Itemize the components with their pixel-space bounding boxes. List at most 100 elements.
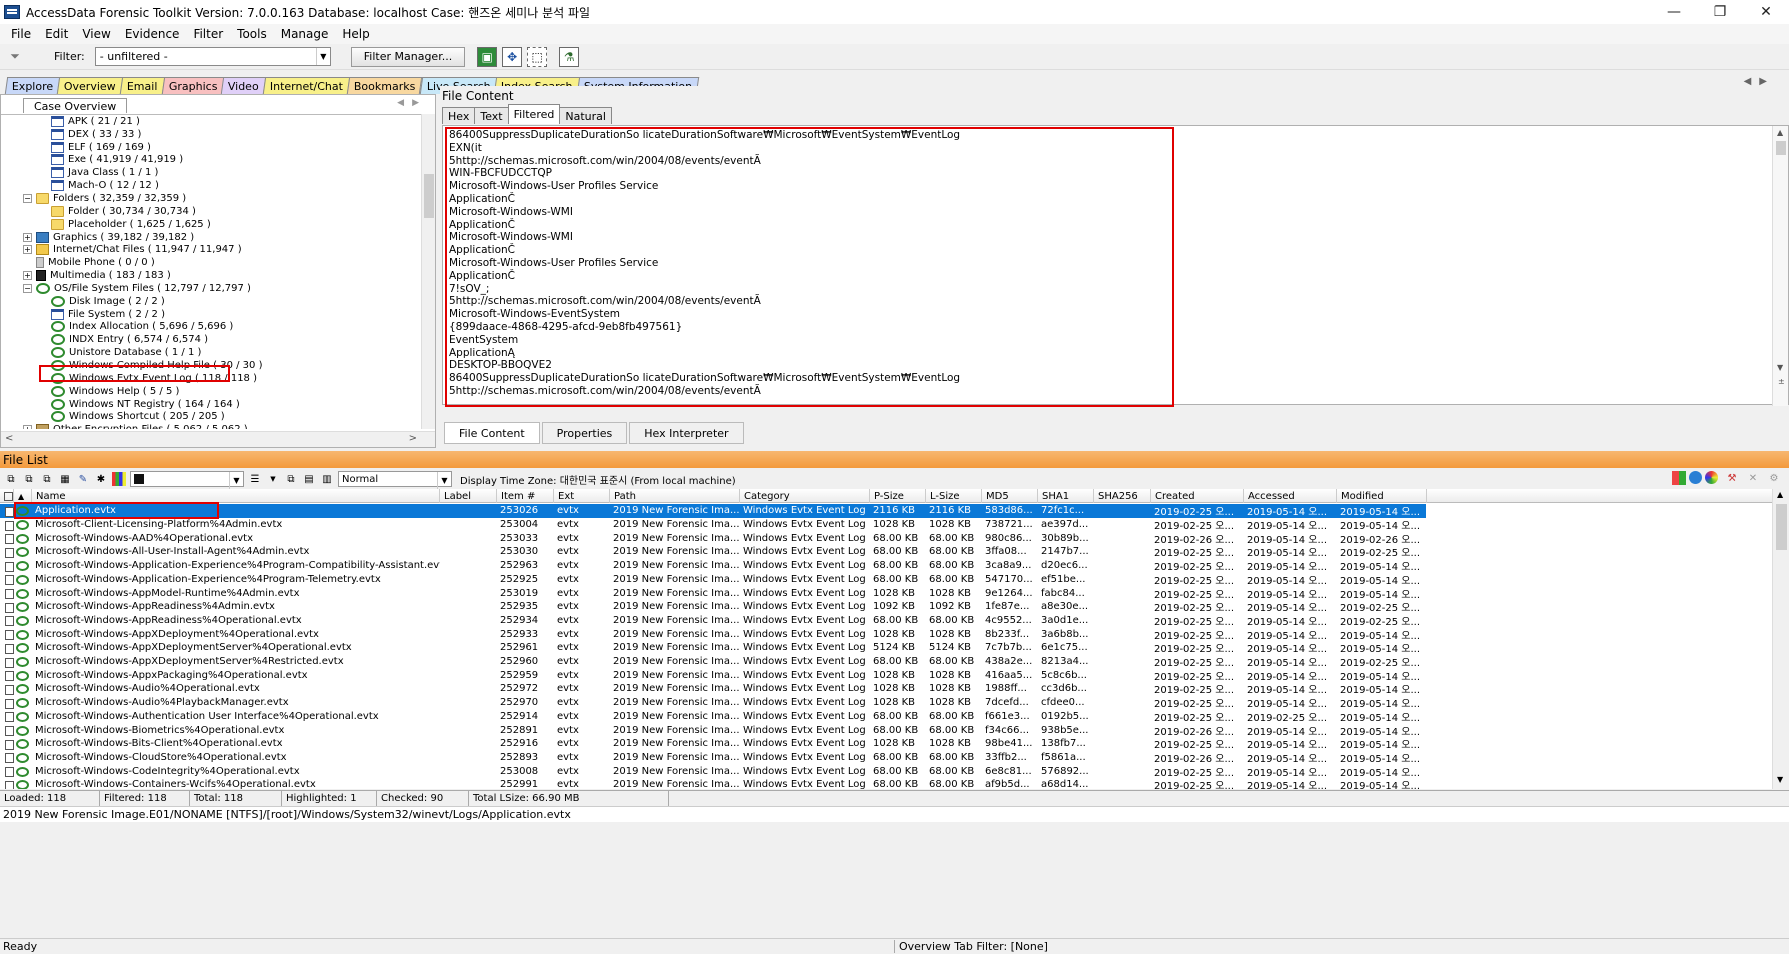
table-row[interactable]: Microsoft-Windows-Authentication User In… (0, 710, 1426, 723)
column-header-item-[interactable]: Item # (497, 489, 554, 503)
tools-icon[interactable]: ⚗ (559, 46, 580, 67)
tree-node[interactable]: Mobile Phone ( 0 / 0 ) (23, 256, 155, 269)
tree-node[interactable]: ELF ( 169 / 169 ) (51, 141, 151, 154)
content-vertical-scrollbar[interactable]: ▲ ▼ ± (1772, 126, 1788, 406)
color-wheel-icon[interactable] (1705, 471, 1718, 484)
columns-icon[interactable]: ☰ (248, 472, 262, 486)
tag-icon[interactable]: ✱ (94, 472, 108, 486)
grid-icon[interactable]: ▦ (58, 472, 72, 486)
table-row[interactable]: Microsoft-Windows-All-User-Install-Agent… (0, 545, 1426, 559)
column-header-l-size[interactable]: L-Size (926, 489, 982, 503)
tree-node[interactable]: INDX Entry ( 6,574 / 6,574 ) (51, 333, 208, 346)
table-row[interactable]: Microsoft-Windows-AppXDeploymentServer%4… (0, 641, 1426, 655)
menu-file[interactable]: File (4, 27, 38, 41)
table-row[interactable]: Microsoft-Windows-Containers-Wcifs%4Oper… (0, 778, 1426, 789)
row-checkbox[interactable] (0, 682, 14, 696)
copy-icon[interactable]: ⧉ (4, 472, 18, 486)
select-all-checkbox[interactable] (0, 489, 14, 503)
table-row[interactable]: Microsoft-Windows-AppXDeployment%4Operat… (0, 627, 1426, 641)
tree-node[interactable]: Windows Help ( 5 / 5 ) (51, 385, 179, 398)
tree-node[interactable]: Unistore Database ( 1 / 1 ) (51, 346, 201, 359)
tab-hex[interactable]: Hex (442, 107, 476, 124)
table-icon[interactable]: ▤ (302, 472, 316, 486)
table-row[interactable]: Microsoft-Windows-Application-Experience… (0, 559, 1426, 573)
tree-node[interactable]: Exe ( 41,919 / 41,919 ) (51, 154, 183, 167)
expand-icon[interactable]: + (23, 271, 32, 281)
tab-hex-interpreter[interactable]: Hex Interpreter (629, 422, 744, 444)
column-header-md5[interactable]: MD5 (982, 489, 1038, 503)
tree-vertical-scrollbar[interactable] (421, 114, 435, 429)
chevron-down-icon[interactable]: ▼ (266, 472, 280, 486)
view-mode-select[interactable]: Normal ▼ (338, 471, 452, 489)
tab-bookmarks[interactable]: Bookmarks (346, 77, 423, 94)
tree-nav-arrows[interactable]: ◀▶ (397, 98, 427, 108)
maximize-button[interactable]: ❐ (1697, 0, 1743, 24)
table-row[interactable]: Microsoft-Windows-Audio%4PlaybackManager… (0, 696, 1426, 710)
tree-node[interactable]: Windows Shortcut ( 205 / 205 ) (51, 411, 225, 424)
tree-horizontal-scrollbar[interactable]: < > (1, 431, 435, 447)
menu-evidence[interactable]: Evidence (118, 27, 187, 41)
tree-node[interactable]: + Other Encryption Files ( 5,062 / 5,062 … (23, 423, 248, 429)
column-header-p-size[interactable]: P-Size (870, 489, 926, 503)
tree-node[interactable]: + Graphics ( 39,182 / 39,182 ) (23, 231, 194, 244)
collapse-icon[interactable]: − (23, 193, 32, 203)
move-icon[interactable]: ✥ (502, 46, 523, 67)
row-checkbox[interactable] (0, 641, 14, 655)
menu-help[interactable]: Help (335, 27, 376, 41)
duplicate-icon[interactable]: ⧉ (40, 472, 54, 486)
row-checkbox[interactable] (0, 518, 14, 532)
grid-vertical-scrollbar[interactable]: ▲ ▼ (1772, 489, 1789, 789)
expand-icon[interactable]: + (23, 232, 32, 242)
column-header-path[interactable]: Path (610, 489, 740, 503)
row-checkbox[interactable] (0, 737, 14, 751)
row-checkbox[interactable] (0, 627, 14, 641)
menu-view[interactable]: View (75, 27, 117, 41)
table-row[interactable]: Microsoft-Windows-AppReadiness%4Operatio… (0, 614, 1426, 628)
label-color-select[interactable]: ▼ (130, 471, 244, 489)
tab-filtered[interactable]: Filtered (507, 104, 561, 124)
file-content-viewer[interactable]: 86400SuppressDuplicateDurationSo licateD… (442, 125, 1789, 407)
table-row[interactable]: Microsoft-Windows-Biometrics%4Operationa… (0, 723, 1426, 737)
tree-node[interactable]: Index Allocation ( 5,696 / 5,696 ) (51, 321, 233, 334)
column-header-sha256[interactable]: SHA256 (1094, 489, 1151, 503)
table-row[interactable]: Microsoft-Windows-Audio%4Operational.evt… (0, 682, 1426, 696)
column-header-accessed[interactable]: Accessed (1244, 489, 1337, 503)
tools-icon[interactable]: ⚒ (1725, 471, 1739, 485)
row-checkbox[interactable] (0, 696, 14, 710)
tree-node[interactable]: Placeholder ( 1,625 / 1,625 ) (51, 218, 211, 231)
row-checkbox[interactable] (0, 573, 14, 587)
table-row[interactable]: Microsoft-Windows-AppModel-Runtime%4Admi… (0, 586, 1426, 600)
column-header-name[interactable]: Name (32, 489, 440, 503)
tab-video[interactable]: Video (220, 77, 267, 94)
expand-icon[interactable]: + (23, 425, 32, 429)
sort-icon[interactable]: ▲ (14, 489, 32, 503)
row-checkbox[interactable] (0, 559, 14, 573)
tree-node[interactable]: Folder ( 30,734 / 30,734 ) (51, 205, 196, 218)
tab-explore[interactable]: Explore (4, 77, 61, 94)
tab-text[interactable]: Text (474, 107, 509, 124)
tab-email[interactable]: Email (119, 77, 165, 94)
row-checkbox[interactable] (0, 586, 14, 600)
filter-manager-button[interactable]: Filter Manager... (350, 46, 466, 67)
expand-icon[interactable]: + (23, 245, 32, 255)
tree-node[interactable]: Java Class ( 1 / 1 ) (51, 166, 158, 179)
menu-edit[interactable]: Edit (38, 27, 75, 41)
filter-funnel-icon[interactable]: ⏷ (6, 48, 24, 66)
column-header-category[interactable]: Category (740, 489, 870, 503)
copy-icon[interactable]: ⧉ (284, 472, 298, 486)
close-icon[interactable]: ✕ (1746, 471, 1760, 485)
row-checkbox[interactable] (0, 614, 14, 628)
collapse-icon[interactable]: − (23, 283, 32, 293)
globe-icon[interactable] (1689, 471, 1702, 484)
row-checkbox[interactable] (0, 668, 14, 682)
row-checkbox[interactable] (0, 545, 14, 559)
color-label-icon[interactable] (112, 472, 126, 486)
row-checkbox[interactable] (0, 600, 14, 614)
column-header-modified[interactable]: Modified (1337, 489, 1427, 503)
table-row[interactable]: Microsoft-Windows-AppXDeploymentServer%4… (0, 655, 1426, 668)
table-row[interactable]: Microsoft-Windows-AppReadiness%4Admin.ev… (0, 600, 1426, 614)
columns-icon[interactable]: ▥ (320, 472, 334, 486)
table-row[interactable]: Microsoft-Windows-CloudStore%4Operationa… (0, 751, 1426, 764)
chevron-down-icon[interactable]: ▼ (315, 48, 330, 65)
column-header-ext[interactable]: Ext (554, 489, 610, 503)
